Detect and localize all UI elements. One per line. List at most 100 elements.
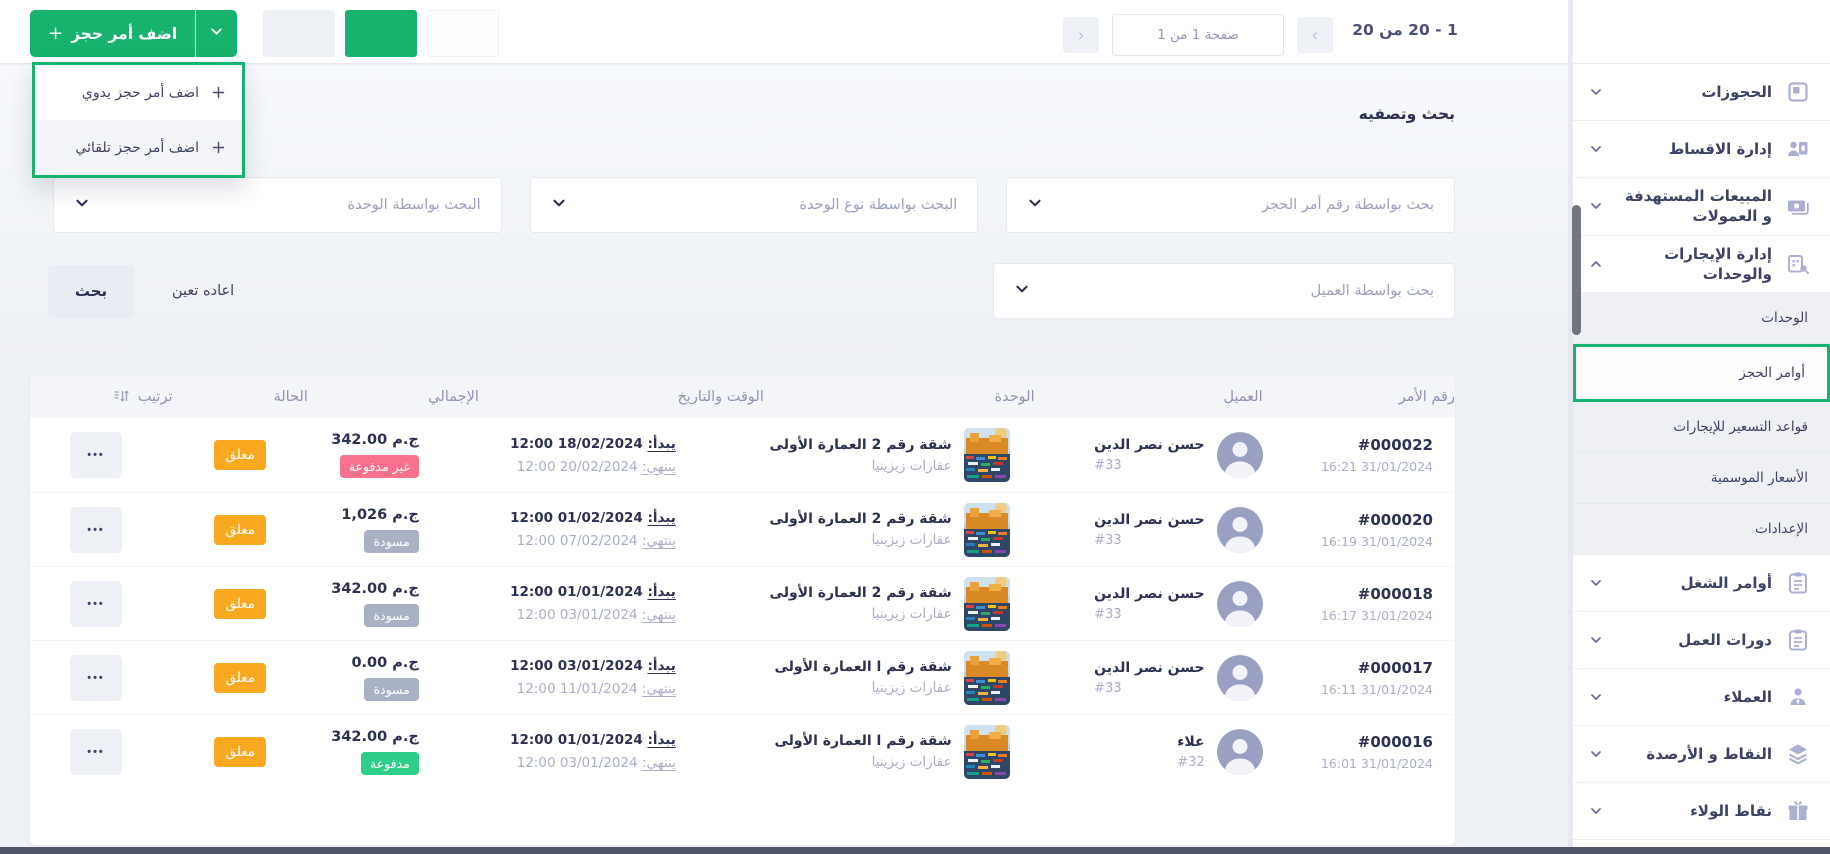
table-header-cell: الوحدة (764, 389, 1035, 405)
order-timestamp: 16:11 31/01/2024 (1321, 682, 1433, 697)
dropdown-menu-item[interactable]: اضف أمر حجز تلقائي (35, 120, 242, 175)
chevron-down-icon (1589, 576, 1603, 590)
unit-project-name: عقارات زيزينيا (770, 532, 952, 548)
table-row: #000018 16:17 31/01/2024 حسن نصر الدين #… (30, 566, 1455, 640)
sidebar-nav-bottom: أوامر الشغل دورات العمل العملاء النقاط و… (1573, 555, 1830, 840)
start-datetime: يبدأ: 12:00 18/02/2024 (510, 436, 676, 452)
table-row: #000016 16:01 31/01/2024 علاء #32 شقة رق… (30, 714, 1455, 788)
order-status-badge: معلق (214, 589, 265, 619)
chevron-up-icon (1589, 257, 1603, 271)
order-status-badge: معلق (214, 515, 265, 545)
currency-label: ج.م (392, 581, 419, 597)
sales-icon (1786, 194, 1810, 218)
add-booking-order-button[interactable]: اضف أمر حجز + (30, 10, 237, 57)
header-label: العميل (1223, 389, 1262, 405)
sidebar-item-label: الحجوزات (1701, 82, 1772, 102)
reset-filters-link[interactable]: اعاده تعين (172, 283, 234, 299)
row-actions-button[interactable]: ••• (70, 507, 122, 553)
currency-label: ج.م (392, 507, 419, 523)
table-header-cell: رقم الأمر (1263, 389, 1455, 405)
end-datetime: ينتهي: 12:00 11/01/2024 (517, 681, 676, 697)
chevron-down-icon (1589, 804, 1603, 818)
order-total: ج.م 342.00 (331, 432, 419, 448)
customer-name: حسن نصر الدين (1094, 437, 1204, 453)
currency-label: ج.م (392, 729, 419, 745)
sidebar-item[interactable]: دورات العمل (1573, 612, 1830, 669)
unit-name: شقة رقم ا العمارة الأولى (775, 659, 952, 675)
sidebar-item[interactable]: نقاط الولاء (1573, 783, 1830, 840)
sidebar-item[interactable]: إدارة الإيجارات والوحدات (1573, 236, 1830, 294)
sidebar-submenu-item[interactable]: الإعدادات (1573, 504, 1830, 555)
customer-id: #33 (1094, 533, 1204, 548)
payment-status-badge: مسودة (364, 604, 418, 627)
orders-table: رقم الأمر العميل الوحدة الوقت والتاريخ ا… (30, 375, 1455, 845)
search-button[interactable]: بحث (48, 265, 134, 318)
filter-tab[interactable] (427, 10, 499, 57)
sidebar-submenu-item[interactable]: أوامر الحجز (1573, 344, 1830, 402)
sidebar-submenu-item[interactable]: قواعد التسعير للإيجارات (1573, 402, 1830, 453)
filter-select[interactable]: بحث بواسطة رقم أمر الحجز (1006, 177, 1455, 233)
unit-project-name: عقارات زيزينيا (775, 754, 952, 770)
main-sidebar: الحجوزات إدارة الاقساط المبيعات المستهدف… (1568, 0, 1830, 854)
unit-name: شقة رقم 2 العمارة الأولى (770, 511, 952, 527)
row-actions-button[interactable]: ••• (70, 655, 122, 701)
end-datetime: ينتهي: 12:00 03/01/2024 (517, 607, 676, 623)
chevron-down-icon (1589, 85, 1603, 99)
sidebar-submenu-item[interactable]: الوحدات (1573, 293, 1830, 344)
customer-id: #33 (1094, 681, 1204, 696)
filter-selects-row: بحث بواسطة رقم أمر الحجز البحث بواسطة نو… (53, 177, 1455, 233)
table-row: #000017 16:11 31/01/2024 حسن نصر الدين #… (30, 640, 1455, 714)
pagination-next-button[interactable]: › (1297, 17, 1333, 53)
customer-id: #32 (1177, 755, 1204, 770)
customer-select-placeholder: بحث بواسطة العميل (1311, 283, 1434, 299)
end-datetime: ينتهي: 12:00 07/02/2024 (517, 533, 676, 549)
total-amount: 1,026 (341, 507, 387, 523)
sidebar-item[interactable]: المبيعات المستهدفة و العمولات (1573, 178, 1830, 236)
sidebar-item-label: العملاء (1724, 687, 1772, 707)
add-order-dropdown-toggle[interactable] (195, 10, 237, 57)
submenu-item-label: أوامر الحجز (1739, 365, 1805, 381)
total-amount: 342.00 (331, 729, 387, 745)
order-status-badge: معلق (214, 737, 265, 767)
sidebar-item[interactable]: إدارة الاقساط (1573, 121, 1830, 178)
submenu-item-label: قواعد التسعير للإيجارات (1673, 419, 1808, 435)
row-actions-button[interactable]: ••• (70, 432, 122, 478)
sidebar-item[interactable]: أوامر الشغل (1573, 555, 1830, 612)
sidebar-submenu-item[interactable]: الأسعار الموسمية (1573, 453, 1830, 504)
chevron-down-icon (209, 24, 224, 43)
submenu-item-label: الأسعار الموسمية (1711, 470, 1808, 486)
customer-filter-select[interactable]: بحث بواسطة العميل (993, 263, 1455, 319)
sidebar-scrollbar-thumb[interactable] (1572, 205, 1581, 335)
submenu-item-label: الإعدادات (1755, 521, 1808, 537)
table-row: #000020 16:19 31/01/2024 حسن نصر الدين #… (30, 492, 1455, 566)
header-label: رقم الأمر (1399, 389, 1455, 405)
header-label: الوقت والتاريخ (678, 389, 764, 405)
pagination-count: 1 - 20 من 20 (1340, 21, 1470, 39)
table-header-cell: الإجمالي (308, 389, 479, 405)
sort-icon[interactable] (113, 388, 130, 405)
pagination-prev-button[interactable]: ‹ (1063, 17, 1099, 53)
row-actions-button[interactable]: ••• (70, 729, 122, 775)
table-header-cell: الحالة (173, 389, 308, 405)
filter-tab[interactable] (263, 10, 335, 57)
row-actions-button[interactable]: ••• (70, 581, 122, 627)
sidebar-item-label: المبيعات المستهدفة و العمولات (1617, 186, 1772, 227)
header-label: الإجمالي (428, 389, 479, 405)
pagination-page-indicator[interactable]: صفحة 1 من 1 (1112, 14, 1284, 56)
table-header-cell: الوقت والتاريخ (479, 389, 764, 405)
dropdown-menu-item[interactable]: اضف أمر حجز يدوي (35, 65, 242, 120)
sidebar-item[interactable]: العملاء (1573, 669, 1830, 726)
customer-avatar (1217, 655, 1263, 701)
chevron-down-icon (551, 195, 567, 215)
add-order-button-label: اضف أمر حجز (71, 25, 177, 43)
chevron-down-icon (1589, 747, 1603, 761)
sidebar-item[interactable]: النقاط و الأرصدة (1573, 726, 1830, 783)
filter-select[interactable]: البحث بواسطة الوحدة (53, 177, 502, 233)
customer-avatar (1217, 507, 1263, 553)
sidebar-item[interactable]: الحجوزات (1573, 64, 1830, 121)
filter-tab[interactable] (345, 10, 417, 57)
filter-select[interactable]: البحث بواسطة نوع الوحدة (530, 177, 979, 233)
top-toolbar: اضف أمر حجز + ‹ صفحة 1 من 1 › 1 - 20 من … (0, 0, 1568, 64)
search-panel-title: بحث وتصفيه (1359, 105, 1455, 123)
order-total: ج.م 1,026 (341, 507, 419, 523)
